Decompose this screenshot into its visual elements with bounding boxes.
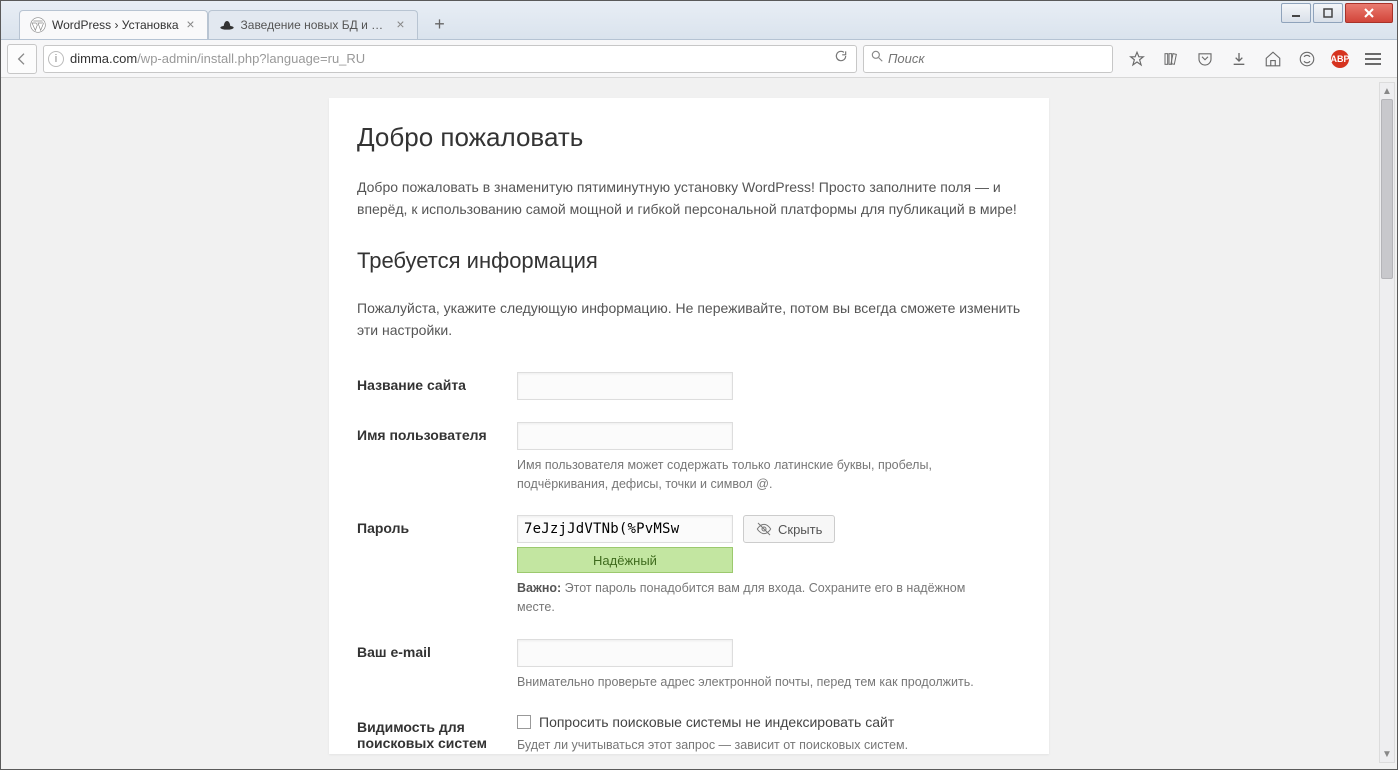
bookmark-star-icon[interactable]	[1127, 49, 1147, 69]
email-hint: Внимательно проверьте адрес электронной …	[517, 673, 997, 692]
tab-title: Заведение новых БД и по...	[241, 18, 389, 32]
titlebar: WordPress › Установка × Заведение новых …	[1, 1, 1397, 40]
label-password: Пароль	[357, 515, 517, 536]
visibility-checkbox-label: Попросить поисковые системы не индексиро…	[539, 714, 894, 730]
home-icon[interactable]	[1263, 49, 1283, 69]
label-email: Ваш e-mail	[357, 639, 517, 660]
email-input[interactable]	[517, 639, 733, 667]
label-site-title: Название сайта	[357, 372, 517, 393]
search-bar[interactable]	[863, 45, 1113, 73]
wordpress-icon	[30, 17, 46, 33]
visibility-hint: Будет ли учитываться этот запрос — завис…	[517, 736, 997, 755]
password-strength: Надёжный	[517, 547, 733, 573]
install-form: Название сайта Имя пользователя Имя поль…	[357, 366, 1021, 755]
visibility-checkbox[interactable]	[517, 715, 531, 729]
toolbar: i dimma.com/wp-admin/install.php?languag…	[1, 40, 1397, 78]
site-title-input[interactable]	[517, 372, 733, 400]
info-subtext: Пожалуйста, укажите следующую информацию…	[357, 298, 1021, 341]
site-info-icon[interactable]: i	[48, 51, 64, 67]
row-password: Пароль Скрыть Надёжный Важно: Этот парол…	[357, 509, 1021, 633]
scroll-track[interactable]	[1380, 99, 1394, 746]
password-note: Важно: Этот пароль понадобится вам для в…	[517, 579, 997, 617]
row-site-title: Название сайта	[357, 366, 1021, 416]
reload-icon[interactable]	[830, 49, 852, 68]
close-icon[interactable]: ×	[183, 17, 199, 33]
pocket-icon[interactable]	[1195, 49, 1215, 69]
back-button[interactable]	[7, 44, 37, 74]
welcome-heading: Добро пожаловать	[357, 122, 1021, 153]
username-input[interactable]	[517, 422, 733, 450]
eye-slash-icon	[756, 521, 772, 537]
library-icon[interactable]	[1161, 49, 1181, 69]
url-bar[interactable]: i dimma.com/wp-admin/install.php?languag…	[43, 45, 857, 73]
scroll-down-icon[interactable]: ▼	[1380, 746, 1394, 762]
downloads-icon[interactable]	[1229, 49, 1249, 69]
label-username: Имя пользователя	[357, 422, 517, 443]
scroll-thumb[interactable]	[1381, 99, 1393, 279]
maximize-button[interactable]	[1313, 3, 1343, 23]
close-icon[interactable]: ×	[393, 17, 409, 33]
toolbar-icons: ABP	[1119, 49, 1391, 69]
row-visibility: Видимость для поисковых систем Попросить…	[357, 708, 1021, 755]
browser-window: WordPress › Установка × Заведение новых …	[0, 0, 1398, 770]
adblock-icon[interactable]: ABP	[1331, 50, 1349, 68]
menu-icon[interactable]	[1363, 49, 1383, 69]
minimize-button[interactable]	[1281, 3, 1311, 23]
url-text: dimma.com/wp-admin/install.php?language=…	[70, 51, 824, 66]
info-heading: Требуется информация	[357, 248, 1021, 274]
tab-inactive[interactable]: Заведение новых БД и по... ×	[208, 10, 418, 39]
new-tab-button[interactable]: +	[426, 11, 454, 37]
search-icon	[870, 49, 884, 68]
hat-icon	[219, 17, 235, 33]
search-input[interactable]	[888, 51, 1106, 66]
viewport: Добро пожаловать Добро пожаловать в знам…	[1, 78, 1397, 769]
username-hint: Имя пользователя может содержать только …	[517, 456, 997, 494]
row-email: Ваш e-mail Внимательно проверьте адрес э…	[357, 633, 1021, 708]
scroll-up-icon[interactable]: ▲	[1380, 83, 1394, 99]
hide-password-button[interactable]: Скрыть	[743, 515, 835, 543]
row-username: Имя пользователя Имя пользователя может …	[357, 416, 1021, 510]
window-controls	[1281, 3, 1393, 23]
label-visibility: Видимость для поисковых систем	[357, 714, 517, 751]
install-card: Добро пожаловать Добро пожаловать в знам…	[329, 98, 1049, 754]
welcome-text: Добро пожаловать в знаменитую пятиминутн…	[357, 177, 1021, 220]
visibility-checkbox-row[interactable]: Попросить поисковые системы не индексиро…	[517, 714, 1021, 730]
sync-icon[interactable]	[1297, 49, 1317, 69]
password-input[interactable]	[517, 515, 733, 543]
window-close-button[interactable]	[1345, 3, 1393, 23]
vertical-scrollbar[interactable]: ▲ ▼	[1379, 82, 1395, 763]
page-content: Добро пожаловать Добро пожаловать в знам…	[1, 78, 1377, 769]
tab-title: WordPress › Установка	[52, 18, 179, 32]
tab-active[interactable]: WordPress › Установка ×	[19, 10, 208, 39]
tabs-row: WordPress › Установка × Заведение новых …	[1, 1, 454, 39]
